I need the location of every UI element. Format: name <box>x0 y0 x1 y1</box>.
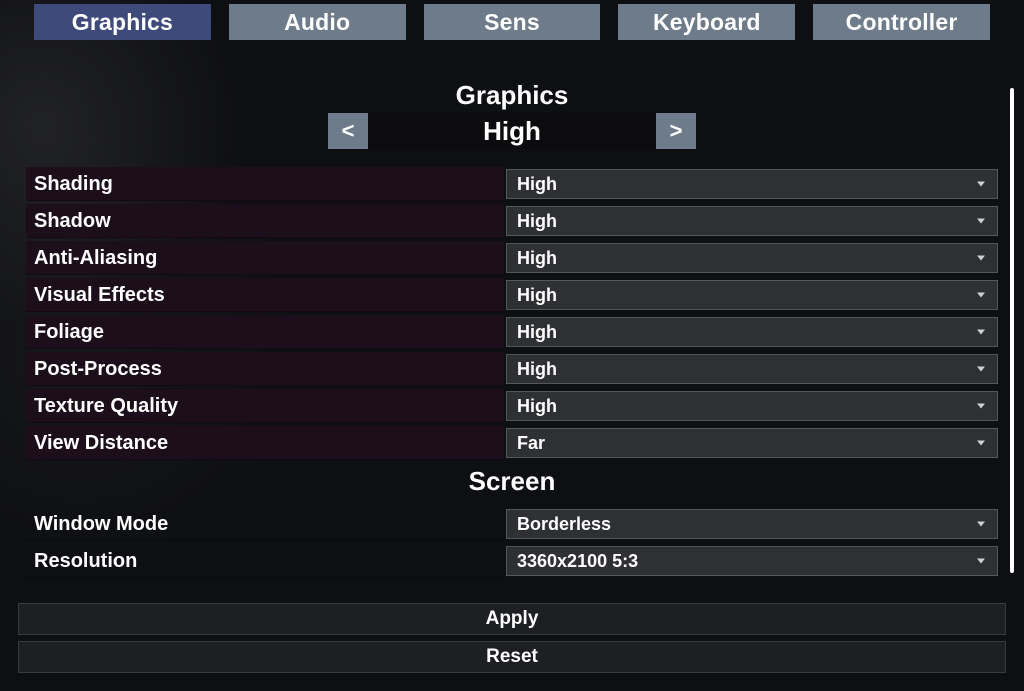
tab-graphics[interactable]: Graphics <box>34 4 211 40</box>
label-resolution: Resolution <box>26 544 504 578</box>
preset-value: High <box>368 113 656 149</box>
dropdown-foliage[interactable]: High <box>506 317 998 347</box>
apply-button[interactable]: Apply <box>18 603 1006 635</box>
dropdown-shading[interactable]: High <box>506 169 998 199</box>
label-post-process: Post-Process <box>26 352 504 386</box>
dropdown-value: High <box>517 359 557 380</box>
label-shadow: Shadow <box>26 204 504 238</box>
dropdown-post-process[interactable]: High <box>506 354 998 384</box>
chevron-down-icon <box>977 404 985 409</box>
chevron-down-icon <box>977 330 985 335</box>
chevron-down-icon <box>977 182 985 187</box>
section-title-graphics: Graphics <box>18 80 1006 111</box>
row-window-mode: Window Mode Borderless <box>26 507 998 541</box>
preset-prev-button[interactable]: < <box>328 113 368 149</box>
row-post-process: Post-Process High <box>26 352 998 386</box>
chevron-down-icon <box>977 219 985 224</box>
chevron-down-icon <box>977 559 985 564</box>
row-shading: Shading High <box>26 167 998 201</box>
reset-button[interactable]: Reset <box>18 641 1006 673</box>
label-view-distance: View Distance <box>26 426 504 460</box>
dropdown-value: High <box>517 248 557 269</box>
dropdown-shadow[interactable]: High <box>506 206 998 236</box>
dropdown-window-mode[interactable]: Borderless <box>506 509 998 539</box>
row-texture-quality: Texture Quality High <box>26 389 998 423</box>
dropdown-value: High <box>517 322 557 343</box>
tab-bar: Graphics Audio Sens Keyboard Controller <box>0 0 1024 40</box>
settings-scroll-area[interactable]: Graphics < High > Shading High Shadow Hi… <box>18 80 1006 579</box>
row-view-distance: View Distance Far <box>26 426 998 460</box>
dropdown-resolution[interactable]: 3360x2100 5:3 <box>506 546 998 576</box>
dropdown-value: High <box>517 396 557 417</box>
dropdown-value: High <box>517 174 557 195</box>
dropdown-anti-aliasing[interactable]: High <box>506 243 998 273</box>
chevron-down-icon <box>977 367 985 372</box>
dropdown-value: 3360x2100 5:3 <box>517 551 638 572</box>
label-foliage: Foliage <box>26 315 504 349</box>
graphics-settings-list: Shading High Shadow High Anti-Aliasing H… <box>18 167 1006 460</box>
quality-preset-selector: < High > <box>18 113 1006 149</box>
dropdown-view-distance[interactable]: Far <box>506 428 998 458</box>
dropdown-value: High <box>517 285 557 306</box>
dropdown-texture-quality[interactable]: High <box>506 391 998 421</box>
dropdown-visual-effects[interactable]: High <box>506 280 998 310</box>
chevron-down-icon <box>977 522 985 527</box>
row-shadow: Shadow High <box>26 204 998 238</box>
tab-keyboard[interactable]: Keyboard <box>618 4 795 40</box>
label-window-mode: Window Mode <box>26 507 504 541</box>
label-texture-quality: Texture Quality <box>26 389 504 423</box>
label-shading: Shading <box>26 167 504 201</box>
tab-controller[interactable]: Controller <box>813 4 990 40</box>
row-foliage: Foliage High <box>26 315 998 349</box>
label-visual-effects: Visual Effects <box>26 278 504 312</box>
dropdown-value: Far <box>517 433 545 454</box>
tab-sens[interactable]: Sens <box>424 4 601 40</box>
screen-settings-list: Window Mode Borderless Resolution 3360x2… <box>18 507 1006 578</box>
dropdown-value: Borderless <box>517 514 611 535</box>
tab-audio[interactable]: Audio <box>229 4 406 40</box>
chevron-down-icon <box>977 441 985 446</box>
row-anti-aliasing: Anti-Aliasing High <box>26 241 998 275</box>
footer-buttons: Apply Reset <box>18 603 1006 679</box>
dropdown-value: High <box>517 211 557 232</box>
label-anti-aliasing: Anti-Aliasing <box>26 241 504 275</box>
preset-next-button[interactable]: > <box>656 113 696 149</box>
chevron-down-icon <box>977 293 985 298</box>
row-resolution: Resolution 3360x2100 5:3 <box>26 544 998 578</box>
section-title-screen: Screen <box>18 466 1006 497</box>
chevron-down-icon <box>977 256 985 261</box>
row-visual-effects: Visual Effects High <box>26 278 998 312</box>
scrollbar[interactable] <box>1010 88 1014 573</box>
